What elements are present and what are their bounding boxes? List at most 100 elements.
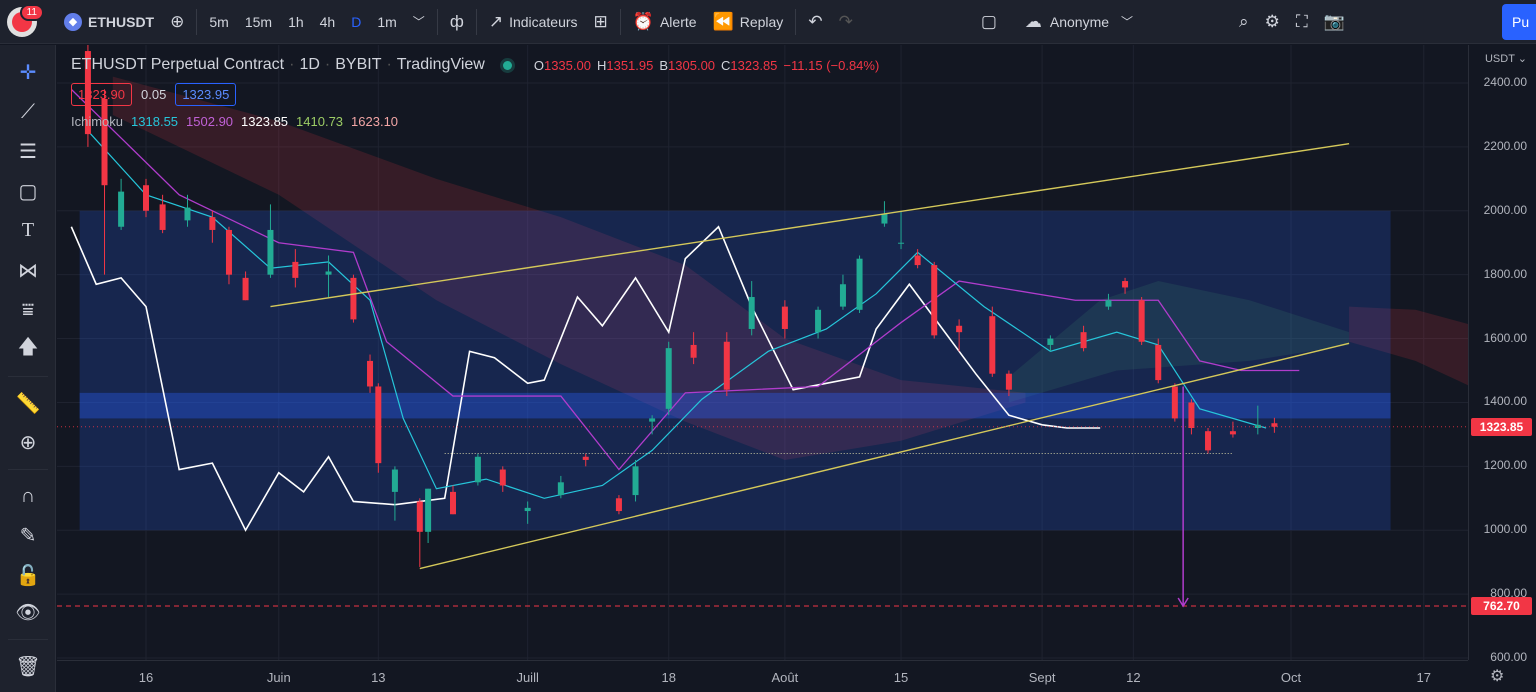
- replay-button[interactable]: ⏪ Replay: [705, 0, 792, 44]
- candle-up: [118, 191, 125, 227]
- plus-circle-icon: ⊕: [170, 11, 185, 31]
- settings-button[interactable]: ⚙: [1257, 0, 1288, 44]
- legend-low: 1305.00: [668, 57, 716, 73]
- measure-tool[interactable]: 📏: [13, 388, 43, 418]
- redo-button[interactable]: ↷: [831, 0, 861, 44]
- candle-down: [225, 229, 232, 275]
- search-button[interactable]: ⌕: [1231, 0, 1257, 44]
- candle-down: [350, 277, 357, 320]
- candle-down: [781, 306, 788, 329]
- candle-down: [367, 360, 374, 387]
- user-menu-button[interactable]: 11: [0, 0, 44, 44]
- eye-icon: 👁: [15, 601, 41, 624]
- candle-up: [425, 488, 432, 532]
- timeframe-5m[interactable]: 5m: [201, 0, 236, 44]
- candle-down: [449, 491, 456, 515]
- indicators-icon: ↗: [488, 11, 504, 31]
- timeframe-15m[interactable]: 15m: [237, 0, 280, 44]
- zoom-tool[interactable]: ⊕: [13, 427, 43, 457]
- fib-tool[interactable]: ☰: [13, 136, 43, 166]
- candle-down: [1005, 373, 1012, 390]
- candle-up: [557, 482, 564, 496]
- candle-down: [723, 341, 730, 390]
- candle-down: [931, 265, 938, 336]
- price-chart[interactable]: [57, 45, 1468, 660]
- prediction-tool[interactable]: ⩸: [13, 295, 43, 325]
- spread-value: 0.05: [141, 87, 167, 102]
- candle-down: [690, 344, 697, 358]
- candle-up: [524, 507, 531, 512]
- undo-button[interactable]: ↶: [800, 0, 830, 44]
- camera-icon: 📷: [1323, 11, 1345, 31]
- magnet-tool[interactable]: ∩: [13, 481, 43, 511]
- alert-button[interactable]: ⏰ Alerte: [625, 0, 705, 44]
- square-icon: ▢: [980, 11, 997, 31]
- hide-drawings-tool[interactable]: 👁: [13, 597, 43, 627]
- price-tick: 2000.00: [1483, 202, 1527, 217]
- legend-title[interactable]: ETHUSDT Perpetual Contract: [71, 56, 284, 74]
- trendline-tool[interactable]: ⟋: [13, 97, 43, 127]
- legend-change: −11.15 (−0.84%): [783, 57, 880, 73]
- fullscreen-button[interactable]: ⛶: [1288, 0, 1316, 44]
- price-tick: 1800.00: [1483, 266, 1527, 281]
- price-scale[interactable]: USDT ⌄ 2400.00 2200.00 2000.00 1800.00 1600.…: [1468, 45, 1536, 664]
- candle-down: [416, 501, 423, 532]
- arrow-up-icon: 🡅: [17, 336, 39, 358]
- snapshot-button[interactable]: 📷: [1316, 0, 1353, 44]
- time-scale[interactable]: 16 Juin 13 Juill 18 Août 15 Sept 12 Oct 17: [57, 660, 1468, 692]
- stay-in-drawing-tool[interactable]: ✎: [13, 520, 43, 550]
- time-tick: Août: [771, 670, 799, 685]
- text-tool[interactable]: T: [13, 215, 43, 245]
- layout-name-button[interactable]: ☁ Anonyme ﹀: [1005, 0, 1141, 44]
- candle-up: [1047, 338, 1054, 345]
- lock-drawings-tool[interactable]: 🔓: [13, 560, 43, 590]
- buy-price-button[interactable]: 1323.95: [175, 83, 237, 106]
- last-price-label: 1323.85: [1471, 418, 1532, 436]
- target-price-label: 762.70: [1471, 597, 1532, 615]
- timeframe-1h[interactable]: 1h: [280, 0, 312, 44]
- remove-drawings-tool[interactable]: 🗑: [13, 651, 43, 681]
- time-tick: Oct: [1280, 670, 1302, 685]
- patterns-tool[interactable]: ⋈: [13, 255, 43, 285]
- candle-down: [143, 185, 149, 211]
- symbol-search-button[interactable]: ◆ ETHUSDT: [44, 0, 162, 44]
- scale-settings-button[interactable]: ⚙: [1490, 666, 1504, 686]
- currency-label[interactable]: USDT ⌄: [1485, 52, 1527, 65]
- layout-select-button[interactable]: ▢: [973, 0, 1005, 44]
- publish-button[interactable]: Pu: [1502, 4, 1536, 40]
- price-tick: 1400.00: [1483, 394, 1527, 409]
- chevron-down-icon: ﹀: [1121, 15, 1134, 29]
- grid-icon: ⊞: [593, 11, 608, 31]
- shapes-tool[interactable]: ▢: [13, 176, 43, 206]
- alert-label: Alerte: [659, 13, 697, 30]
- arrow-tool[interactable]: 🡅: [13, 334, 43, 364]
- ichimoku-value-1: 1318.55: [131, 114, 179, 129]
- candle-down: [375, 386, 382, 464]
- timeframe-dropdown[interactable]: ﹀: [405, 0, 433, 44]
- candle-up: [632, 466, 639, 496]
- timeframe-4h[interactable]: 4h: [312, 0, 344, 44]
- indicators-button[interactable]: ↗ Indicateurs: [481, 0, 586, 44]
- ichimoku-value-3: 1323.85: [241, 114, 289, 129]
- price-tick: 2400.00: [1483, 75, 1527, 89]
- legend-source: TradingView: [396, 56, 485, 73]
- indicator-name[interactable]: Ichimoku: [71, 114, 123, 129]
- trendline-icon: ⟋: [21, 100, 35, 123]
- crosshair-tool[interactable]: ✛: [13, 57, 43, 87]
- time-tick: 15: [893, 670, 909, 685]
- chart-legend: ETHUSDT Perpetual Contract · 1D · BYBIT …: [71, 56, 880, 129]
- time-tick: 16: [138, 670, 154, 685]
- ichimoku-value-4: 1410.73: [296, 114, 344, 129]
- add-symbol-button[interactable]: ⊕: [162, 0, 192, 44]
- fib-retracement-icon: ☰: [19, 140, 37, 163]
- candle-up: [474, 456, 481, 483]
- templates-button[interactable]: ⊞: [586, 0, 616, 44]
- candle-down: [956, 325, 963, 333]
- candle-up: [1105, 300, 1112, 307]
- timeframe-d[interactable]: D: [343, 0, 369, 44]
- sell-price-button[interactable]: 1323.90: [71, 83, 132, 106]
- timeframe-1m[interactable]: 1m: [369, 0, 404, 44]
- candle-up: [815, 309, 822, 333]
- chart-type-button[interactable]: ф: [442, 0, 472, 44]
- range-box: [79, 210, 1391, 531]
